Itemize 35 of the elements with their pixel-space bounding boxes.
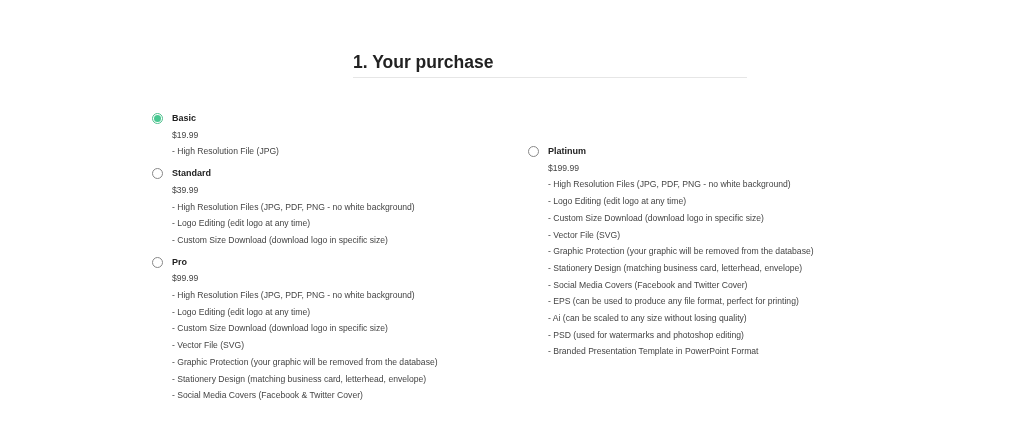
- radio-button[interactable]: [152, 168, 163, 180]
- plan-feature: - Vector File (SVG): [548, 228, 622, 242]
- plan-feature: - Stationery Design (matching business card, letterhead, envelope): [172, 372, 428, 386]
- plan-feature: - Logo Editing (edit logo at any time): [548, 195, 688, 209]
- plan-feature: - Logo Editing (edit logo at any time): [172, 217, 312, 231]
- plan-feature: - High Resolution Files (JPG, PDF, PNG - no white background): [548, 178, 792, 192]
- radio-button[interactable]: [152, 256, 163, 268]
- plan-feature: - Vector File (SVG): [172, 339, 246, 353]
- plan-feature: - High Resolution Files (JPG, PDF, PNG - no white background): [172, 200, 415, 214]
- plan-feature: - Custom Size Download (download logo in specific size): [172, 233, 389, 247]
- plan-price: $99.99: [172, 272, 200, 286]
- plan-feature: - Ai (can be scaled to any size without losing quality): [548, 312, 748, 326]
- plan-feature: - EPS (can be used to produce any file format, perfect for printing): [548, 295, 800, 309]
- plan-feature: - Logo Editing (edit logo at any time): [172, 305, 312, 319]
- plan-feature: - High Resolution File (JPG): [172, 145, 279, 159]
- radio-button[interactable]: [528, 146, 539, 157]
- plan-name: Standard: [172, 167, 212, 181]
- plan-feature: - Custom Size Download (download logo in specific size): [548, 211, 765, 225]
- plan-feature: - PSD (used for watermarks and photoshop editing): [548, 328, 745, 342]
- plan-feature: - Social Media Covers (Facebook and Twitter Cover): [548, 278, 749, 292]
- plan-feature: - Branded Presentation Template in PowerPoint Format: [548, 345, 760, 359]
- plan-name: Platinum: [548, 145, 587, 158]
- plan-feature: - Graphic Protection (your graphic will be removed from the database): [548, 245, 814, 259]
- plan-feature: - Graphic Protection (your graphic will be removed from the database): [172, 355, 438, 369]
- section-heading: 1. Your purchase: [353, 50, 747, 78]
- plan-price: $19.99: [172, 128, 200, 142]
- plan-feature: - Custom Size Download (download logo in specific size): [172, 322, 389, 336]
- plan-name: Basic: [172, 112, 198, 125]
- radio-button[interactable]: [152, 113, 163, 124]
- plan-feature: - Social Media Covers (Facebook & Twitter Cover): [172, 389, 364, 403]
- plan-name: Pro: [172, 255, 188, 269]
- plan-feature: - High Resolution Files (JPG, PDF, PNG - no white background): [172, 289, 416, 303]
- plan-price: $199.99: [548, 161, 581, 175]
- plan-feature: - Stationery Design (matching business card, letterhead, envelope): [548, 261, 804, 275]
- plan-price: $39.99: [172, 183, 200, 197]
